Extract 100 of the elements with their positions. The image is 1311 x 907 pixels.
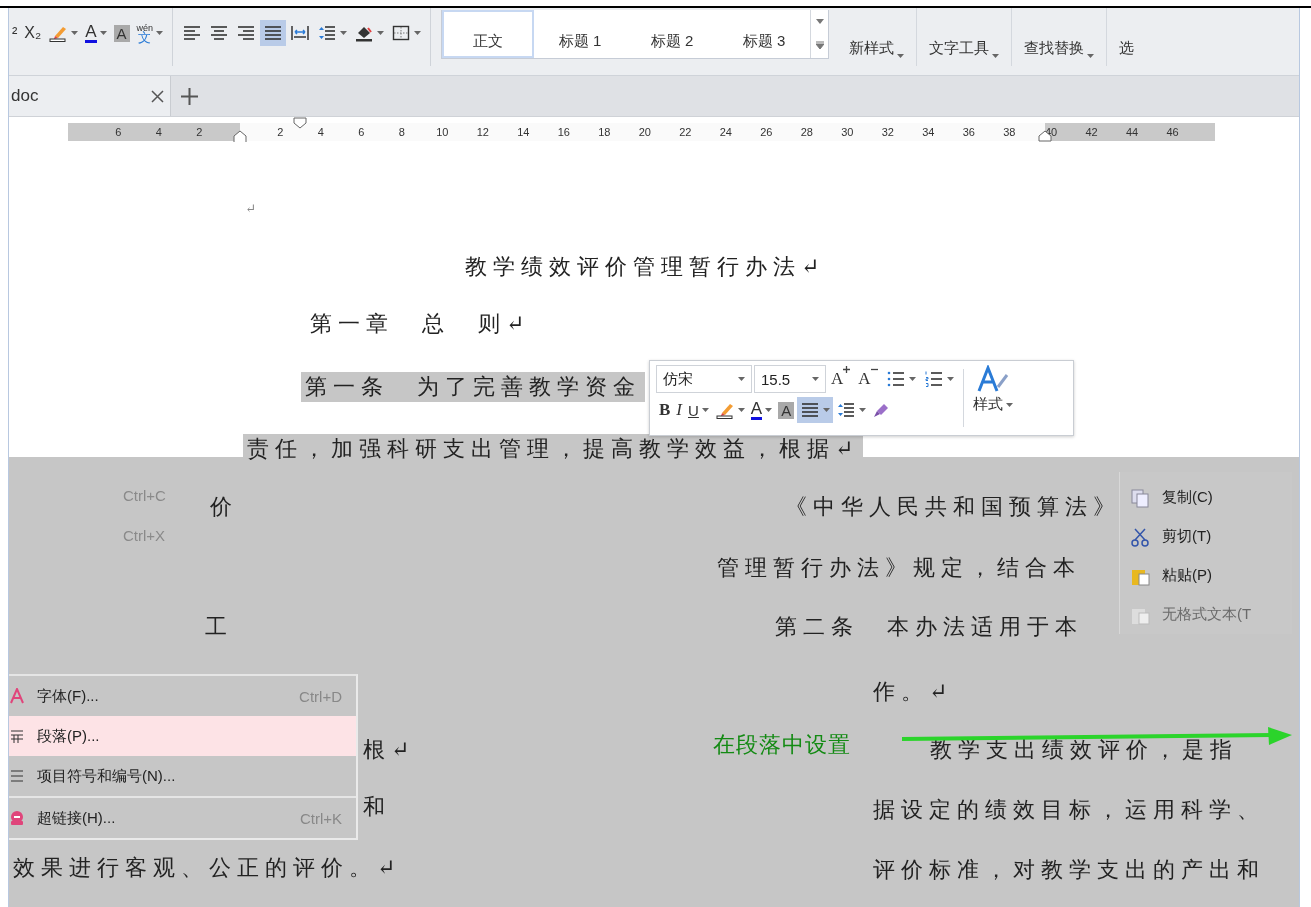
line-spacing-icon xyxy=(836,401,857,419)
distributed-icon xyxy=(290,24,311,42)
close-icon[interactable] xyxy=(151,89,164,103)
ruler-number: 20 xyxy=(637,126,652,138)
document-text: 第二条 本办法适用于本 xyxy=(774,613,1084,641)
align-center-icon xyxy=(209,24,230,42)
menu-item[interactable]: 剪切(T) xyxy=(1120,517,1292,556)
shrink-font-button[interactable]: A xyxy=(855,366,881,392)
ruler-number: 28 xyxy=(799,126,814,138)
ribbon-command[interactable]: 选 xyxy=(1107,8,1147,58)
font-color-button[interactable]: A xyxy=(82,20,110,46)
caret-icon xyxy=(908,377,916,381)
ribbon-command[interactable]: 新样式 xyxy=(837,8,917,58)
font-color-button[interactable]: A xyxy=(747,397,776,423)
annotation-text: 在段落中设置 xyxy=(713,731,851,759)
ruler-number: 34 xyxy=(921,126,936,138)
align-left-icon xyxy=(182,24,203,42)
borders-icon xyxy=(391,24,412,42)
font-dropdown[interactable]: 仿宋 xyxy=(656,365,752,393)
shortcut-text: Ctrl+C xyxy=(123,487,166,504)
document-text: 教学绩效评价管理暂行办法↵ xyxy=(464,253,827,281)
ruler-number: 4 xyxy=(316,126,325,138)
bold-button[interactable]: B xyxy=(656,397,674,423)
underline-button[interactable]: U xyxy=(685,397,712,423)
document-text: 根↵ xyxy=(362,736,417,764)
ruler-number: 2 xyxy=(276,126,285,138)
style-option[interactable]: 标题 3 xyxy=(718,10,811,58)
ruler-number: 4 xyxy=(154,126,163,138)
line-spacing-icon xyxy=(317,24,338,42)
ruler-number: 24 xyxy=(718,126,733,138)
caret-icon xyxy=(156,31,164,35)
document-text: 《中华人民共和国预算法》 xyxy=(784,493,1122,521)
ruler-number: 14 xyxy=(516,126,531,138)
document-text: 评价标准，对教学支出的产出和 xyxy=(872,856,1266,884)
caret-icon xyxy=(377,31,385,35)
ruler-number: 26 xyxy=(759,126,774,138)
paragraph-mark: ↵ xyxy=(244,200,257,218)
justify-button[interactable] xyxy=(260,20,287,46)
ribbon-command[interactable]: 文字工具 xyxy=(917,8,1012,58)
ruler-number: 16 xyxy=(556,126,571,138)
caret-icon xyxy=(812,377,819,381)
menu-item[interactable]: 超链接(H)... Ctrl+K xyxy=(9,798,356,838)
paint-bucket-icon xyxy=(354,24,375,42)
shortcut-text: Ctrl+X xyxy=(123,527,166,544)
minus-icon xyxy=(870,366,878,373)
document-text: 第一条 为了完善教学资金 xyxy=(301,372,645,402)
justify-icon xyxy=(800,401,821,419)
justify-icon xyxy=(263,24,284,42)
highlighter-icon xyxy=(48,24,69,42)
bullet-list-icon xyxy=(885,370,906,388)
tab-title: doc xyxy=(11,86,39,106)
caret-icon xyxy=(340,31,348,35)
ruler-number: 44 xyxy=(1126,126,1140,138)
ruler-number: 6 xyxy=(357,126,366,138)
italic-button[interactable]: I xyxy=(673,397,685,423)
style-option[interactable]: 标题 2 xyxy=(626,10,719,58)
menu-item[interactable]: 字体(F)... Ctrl+D xyxy=(9,676,356,716)
styles-button[interactable]: 样式 xyxy=(969,365,1016,431)
document-text: 管理暂行办法》规定，结合本 xyxy=(716,554,1082,582)
ruler-number: 6 xyxy=(114,126,123,138)
link-icon xyxy=(9,810,25,826)
list-icon xyxy=(9,768,25,784)
scroll-down-icon[interactable] xyxy=(815,18,824,24)
paragraph-icon xyxy=(9,728,25,744)
caret-icon xyxy=(737,408,745,412)
document-tab[interactable]: doc xyxy=(9,76,171,116)
caret-icon xyxy=(738,377,745,381)
caret-icon xyxy=(701,408,709,412)
ruler-number: 42 xyxy=(1085,126,1099,138)
caret-icon xyxy=(823,408,831,412)
pinyin-button[interactable]: wén 文 xyxy=(133,20,167,46)
ribbon-command[interactable]: 查找替换 xyxy=(1012,8,1107,58)
expand-icon[interactable] xyxy=(815,41,824,50)
letter-a-icon xyxy=(9,688,25,704)
add-tab-icon[interactable] xyxy=(181,87,198,105)
document-text: 教学支出绩效评价，是指 xyxy=(929,736,1239,764)
align-right-icon xyxy=(236,24,257,42)
style-option[interactable]: 正文 xyxy=(442,10,535,58)
caret-icon xyxy=(859,408,867,412)
superscript-button[interactable]: ² xyxy=(9,20,21,46)
font-size-dropdown[interactable]: 15.5 xyxy=(754,365,826,393)
ruler-number: 30 xyxy=(840,126,855,138)
caret-icon xyxy=(71,31,79,35)
menu-item[interactable]: 粘贴(P) xyxy=(1120,556,1292,595)
document-text: 据设定的绩效目标，运用科学、 xyxy=(872,796,1266,824)
ruler-number: 38 xyxy=(1002,126,1017,138)
ruler-number: 32 xyxy=(880,126,895,138)
subscript-button[interactable]: X₂ xyxy=(21,20,45,46)
menu-item[interactable]: 段落(P)... xyxy=(9,716,356,756)
style-option[interactable]: 标题 1 xyxy=(534,10,627,58)
menu-item[interactable]: 复制(C) xyxy=(1120,478,1292,517)
numbered-list-icon xyxy=(923,370,944,388)
caret-icon xyxy=(897,54,905,58)
ruler-number: 10 xyxy=(435,126,450,138)
plus-icon xyxy=(843,366,851,373)
justify-button[interactable] xyxy=(797,397,834,423)
grow-font-button[interactable]: A xyxy=(828,366,854,392)
caret-icon xyxy=(414,31,422,35)
caret-icon xyxy=(765,408,773,412)
menu-item[interactable]: 项目符号和编号(N)... xyxy=(9,756,356,796)
